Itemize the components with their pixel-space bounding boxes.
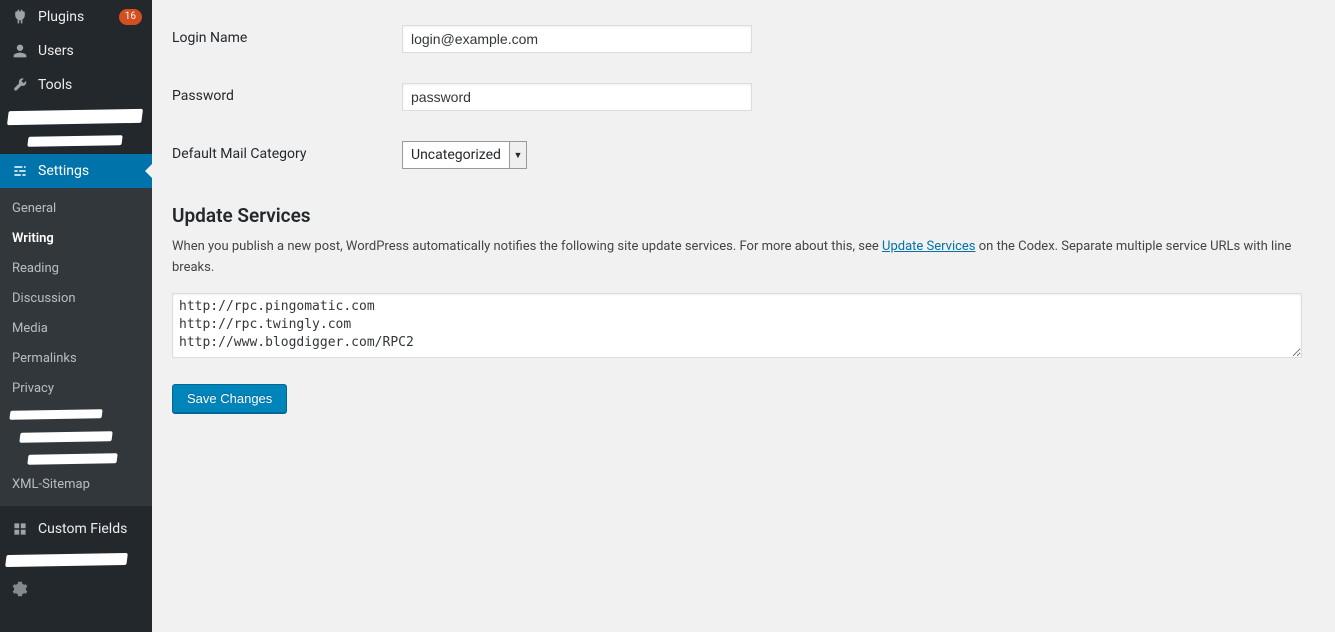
sidebar-item-plugins[interactable]: Plugins 16 — [0, 0, 152, 34]
redacted-item — [0, 132, 152, 154]
settings-submenu: General Writing Reading Discussion Media… — [0, 188, 152, 506]
desc-pre: When you publish a new post, WordPress a… — [172, 239, 882, 254]
sidebar-label-plugins: Plugins — [38, 9, 115, 25]
sidebar-item-settings[interactable]: Settings — [0, 154, 152, 188]
sidebar-label-tools: Tools — [38, 77, 142, 93]
sidebar-item-users[interactable]: Users — [0, 34, 152, 68]
sidebar-label-settings: Settings — [38, 163, 142, 179]
redacted-subitem — [0, 404, 152, 426]
default-mail-category-select[interactable]: Uncategorized ▼ — [402, 141, 527, 169]
update-services-link[interactable]: Update Services — [882, 239, 976, 254]
redacted-subitem — [0, 448, 152, 470]
login-name-label: Login Name — [172, 30, 247, 46]
submenu-reading[interactable]: Reading — [0, 254, 152, 284]
sidebar-item-tools[interactable]: Tools — [0, 68, 152, 102]
redacted-item — [0, 546, 152, 572]
admin-sidebar: Plugins 16 Users Tools Settings General … — [0, 0, 152, 632]
wrench-icon — [10, 77, 30, 93]
submenu-writing[interactable]: Writing — [0, 224, 152, 254]
password-input[interactable] — [402, 83, 752, 111]
chevron-down-icon: ▼ — [509, 142, 526, 168]
default-mail-category-label: Default Mail Category — [172, 146, 306, 162]
password-label: Password — [172, 88, 234, 104]
submenu-general[interactable]: General — [0, 194, 152, 224]
submenu-discussion[interactable]: Discussion — [0, 284, 152, 314]
sidebar-item-bottom[interactable] — [0, 572, 152, 606]
select-value: Uncategorized — [403, 147, 509, 163]
submenu-xml-sitemap[interactable]: XML-Sitemap — [0, 470, 152, 500]
writing-settings-form: Login Name Password Default Mail Categor… — [172, 10, 1315, 184]
submenu-privacy[interactable]: Privacy — [0, 374, 152, 404]
main-content: Login Name Password Default Mail Categor… — [152, 0, 1335, 632]
grid-icon — [10, 521, 30, 537]
redacted-subitem — [0, 426, 152, 448]
plug-icon — [10, 9, 30, 25]
submenu-permalinks[interactable]: Permalinks — [0, 344, 152, 374]
sliders-icon — [10, 163, 30, 179]
user-icon — [10, 43, 30, 59]
submenu-media[interactable]: Media — [0, 314, 152, 344]
update-services-textarea[interactable] — [172, 293, 1302, 358]
redacted-item — [0, 102, 152, 132]
update-services-description: When you publish a new post, WordPress a… — [172, 237, 1315, 279]
login-name-input[interactable] — [402, 25, 752, 53]
save-changes-button[interactable]: Save Changes — [172, 384, 287, 413]
sidebar-label-users: Users — [38, 43, 142, 59]
sidebar-label-custom-fields: Custom Fields — [38, 521, 142, 537]
update-services-heading: Update Services — [172, 204, 1315, 227]
plugins-update-badge: 16 — [119, 9, 142, 25]
gear-icon — [10, 581, 30, 597]
sidebar-item-custom-fields[interactable]: Custom Fields — [0, 512, 152, 546]
